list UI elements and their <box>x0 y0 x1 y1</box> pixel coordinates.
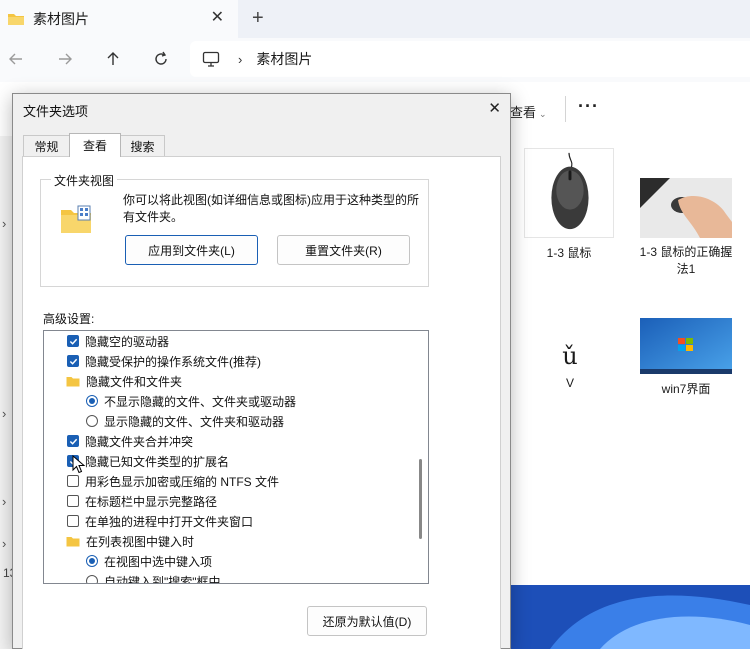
expand-chevron-icon[interactable]: › <box>2 406 6 421</box>
folder-view-description: 你可以将此视图(如详细信息或图标)应用于这种类型的所有文件夹。 <box>123 193 419 224</box>
setting-label: 隐藏文件和文件夹 <box>86 374 183 389</box>
text-file-icon: ǔ <box>562 342 578 370</box>
checkbox-unchecked[interactable] <box>67 515 79 527</box>
file-item[interactable]: win7界面 <box>638 318 734 397</box>
radio-unselected[interactable] <box>86 415 98 427</box>
checkbox-checked[interactable] <box>67 355 79 367</box>
tab-current-folder[interactable]: 素材图片 ✕ <box>0 0 238 38</box>
tab-general[interactable]: 常规 <box>23 135 70 157</box>
setting-row[interactable]: 隐藏文件夹合并冲突 <box>67 431 193 451</box>
file-item[interactable]: ǔ V <box>550 342 590 390</box>
tab-title: 素材图片 <box>33 11 89 27</box>
file-item[interactable]: 1-3 鼠标 <box>523 148 615 261</box>
file-item[interactable]: 1-3 鼠标的正确握法1 <box>638 178 734 278</box>
image-thumbnail <box>524 148 614 238</box>
setting-row[interactable]: 隐藏受保护的操作系统文件(推荐) <box>67 351 261 371</box>
windows7-desktop-image <box>640 318 732 374</box>
breadcrumb-chevron-icon[interactable]: › <box>238 52 242 67</box>
checkbox-unchecked[interactable] <box>67 495 79 507</box>
setting-group-header: 隐藏文件和文件夹 <box>66 371 182 391</box>
tab-view[interactable]: 查看 <box>69 133 121 157</box>
image-thumbnail <box>640 318 732 374</box>
tab-close-icon[interactable]: ✕ <box>211 9 224 27</box>
reset-folders-button[interactable]: 重置文件夹(R) <box>277 235 410 265</box>
group-title: 文件夹视图 <box>51 172 118 189</box>
mouse-image <box>551 152 589 230</box>
restore-defaults-button[interactable]: 还原为默认值(D) <box>307 606 427 636</box>
setting-group-header: 在列表视图中键入时 <box>66 531 194 551</box>
setting-row[interactable]: 隐藏空的驱动器 <box>67 331 169 351</box>
setting-row[interactable]: 用彩色显示加密或压缩的 NTFS 文件 <box>67 471 279 491</box>
view-menu-button[interactable]: 查看 ⌄ <box>510 102 547 121</box>
apply-to-folders-button[interactable]: 应用到文件夹(L) <box>125 235 258 265</box>
setting-row[interactable]: 在标题栏中显示完整路径 <box>67 491 217 511</box>
breadcrumb-current[interactable]: 素材图片 <box>256 49 312 69</box>
folder-icon <box>66 536 80 546</box>
setting-label: 在列表视图中键入时 <box>86 534 195 549</box>
checkbox-checked[interactable] <box>67 435 79 447</box>
file-name: V <box>565 376 574 390</box>
navigation-bar: › 素材图片 <box>0 38 750 82</box>
setting-row[interactable]: 在单独的进程中打开文件夹窗口 <box>67 511 253 531</box>
toolbar-divider <box>565 96 566 122</box>
setting-label: 在单独的进程中打开文件夹窗口 <box>85 514 254 529</box>
dialog-title: 文件夹选项 <box>23 104 89 119</box>
setting-row[interactable]: 自动键入到"搜索"框中 <box>86 571 221 584</box>
setting-label: 自动键入到"搜索"框中 <box>104 574 221 584</box>
setting-row[interactable]: 显示隐藏的文件、文件夹和驱动器 <box>86 411 284 431</box>
setting-label: 隐藏受保护的操作系统文件(推荐) <box>85 354 261 369</box>
setting-label: 隐藏空的驱动器 <box>85 334 170 349</box>
setting-row[interactable]: 在视图中选中键入项 <box>86 551 212 571</box>
folder-view-group: 文件夹视图 你可以将此视图(如详细信息或图标)应用于这种类型的所有文件夹。 应用… <box>40 172 429 287</box>
setting-label: 隐藏文件夹合并冲突 <box>85 434 194 449</box>
radio-selected[interactable] <box>86 555 98 567</box>
mouse-cursor-icon <box>72 455 86 474</box>
checkbox-unchecked[interactable] <box>67 475 79 487</box>
folder-icon <box>8 14 24 25</box>
setting-row[interactable]: 不显示隐藏的文件、文件夹或驱动器 <box>86 391 296 411</box>
file-view: 1-3 鼠标 1-3 鼠标的正确握法1 ǔ V win7界面 <box>510 136 750 649</box>
expand-chevron-icon[interactable]: › <box>2 536 6 551</box>
file-name: 1-3 鼠标的正确握法1 <box>639 245 733 276</box>
radio-unselected[interactable] <box>86 575 98 583</box>
up-arrow-icon[interactable] <box>102 48 124 70</box>
folder-icon <box>66 376 80 386</box>
close-icon[interactable]: ✕ <box>488 99 501 117</box>
setting-label: 隐藏已知文件类型的扩展名 <box>85 454 230 469</box>
forward-arrow-icon[interactable] <box>54 48 76 70</box>
setting-label: 不显示隐藏的文件、文件夹或驱动器 <box>104 394 297 409</box>
folder-view-icon <box>61 205 91 233</box>
view-menu-label: 查看 <box>510 105 537 120</box>
setting-label: 在视图中选中键入项 <box>104 554 213 569</box>
tab-search[interactable]: 搜索 <box>120 135 165 157</box>
checkbox-checked[interactable] <box>67 335 79 347</box>
list-scrollbar-thumb[interactable] <box>419 459 422 539</box>
chevron-down-icon: ⌄ <box>539 109 547 119</box>
address-bar[interactable]: › 素材图片 <box>190 41 750 77</box>
advanced-settings-list[interactable]: 隐藏空的驱动器 隐藏受保护的操作系统文件(推荐) 隐藏文件和文件夹 不显示隐藏的… <box>43 330 429 584</box>
back-arrow-icon[interactable] <box>5 48 27 70</box>
more-options-button[interactable]: ··· <box>578 96 599 117</box>
new-tab-button[interactable]: + <box>252 7 264 29</box>
file-name: 1-3 鼠标 <box>546 246 592 260</box>
folder-options-dialog: 文件夹选项 ✕ 常规 查看 搜索 文件夹视图 你可以将此视图(如详细信息或图标)… <box>12 93 511 649</box>
expand-chevron-icon[interactable]: › <box>2 216 6 231</box>
advanced-settings-label: 高级设置: <box>43 312 95 326</box>
refresh-icon[interactable] <box>150 48 172 70</box>
image-thumbnail <box>640 178 732 238</box>
setting-row[interactable]: 隐藏已知文件类型的扩展名 <box>67 451 229 471</box>
setting-label: 显示隐藏的文件、文件夹和驱动器 <box>104 414 285 429</box>
setting-label: 在标题栏中显示完整路径 <box>85 494 218 509</box>
wallpaper-bloom-image <box>510 585 750 649</box>
radio-selected[interactable] <box>86 395 98 407</box>
tab-bar: 素材图片 ✕ + <box>0 0 750 38</box>
setting-label: 用彩色显示加密或压缩的 NTFS 文件 <box>85 474 279 489</box>
computer-icon <box>202 51 220 67</box>
desktop-wallpaper <box>510 585 750 649</box>
hand-on-mouse-image <box>640 178 732 238</box>
expand-chevron-icon[interactable]: › <box>2 494 6 509</box>
file-name: win7界面 <box>661 382 711 396</box>
